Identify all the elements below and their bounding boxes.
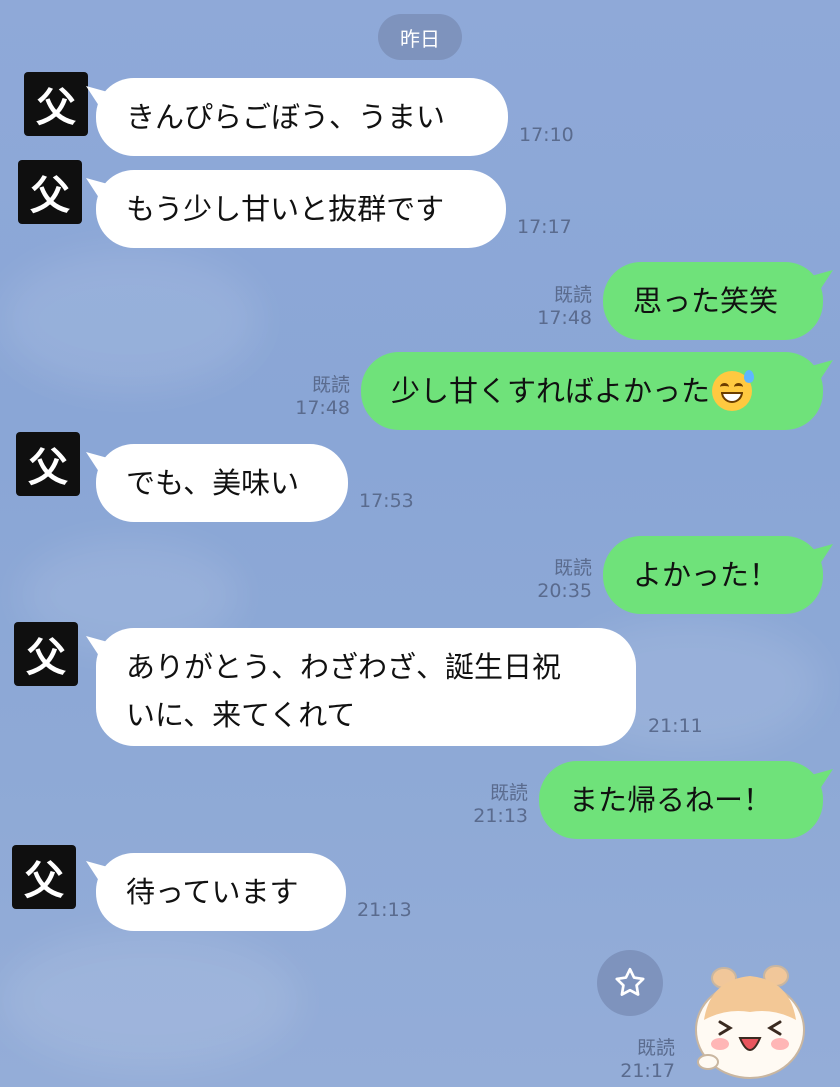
outgoing-message[interactable]: よかった！	[603, 536, 823, 614]
avatar-father[interactable]: 父	[14, 622, 78, 686]
message-text: でも、美味い	[126, 466, 300, 500]
read-receipt: 既読	[636, 1037, 675, 1059]
incoming-message[interactable]: きんぴらごぼう、うまい	[96, 78, 508, 156]
incoming-message[interactable]: もう少し甘いと抜群です	[96, 170, 506, 248]
incoming-message[interactable]: 待っています	[96, 853, 346, 931]
message-time: 17:48	[537, 307, 592, 329]
read-receipt: 既読	[489, 782, 528, 804]
hamster-sticker-image	[695, 965, 805, 1079]
outgoing-message[interactable]: 思った笑笑	[603, 262, 823, 340]
outgoing-message[interactable]: 少し甘くすればよかった	[361, 352, 823, 430]
read-receipt: 既読	[311, 374, 350, 396]
avatar-father[interactable]: 父	[16, 432, 80, 496]
read-receipt: 既読	[553, 557, 592, 579]
message-text-line-2: いに、来てくれて	[126, 698, 356, 732]
message-text: また帰るねー！	[569, 783, 773, 817]
avatar-father[interactable]: 父	[18, 160, 82, 224]
message-time: 17:10	[519, 124, 574, 146]
message-meta: 既読 17:48	[278, 374, 350, 420]
message-meta: 既読 17:48	[520, 284, 592, 330]
avatar-father[interactable]: 父	[24, 72, 88, 136]
avatar-father[interactable]: 父	[12, 845, 76, 909]
message-time: 17:17	[517, 216, 572, 238]
message-time: 17:53	[359, 490, 414, 512]
message-text: 待っています	[126, 875, 299, 909]
star-icon	[615, 967, 645, 996]
message-time: 21:11	[648, 715, 703, 737]
incoming-message[interactable]: でも、美味い	[96, 444, 348, 522]
message-meta: 既読 20:35	[520, 557, 592, 603]
message-meta: 既読 21:17	[603, 1037, 675, 1083]
message-time: 21:13	[357, 899, 412, 921]
message-time: 21:13	[473, 805, 528, 827]
favorite-sticker-button[interactable]	[597, 950, 663, 1016]
outgoing-message[interactable]: また帰るねー！	[539, 761, 823, 839]
message-time: 17:48	[295, 397, 350, 419]
incoming-message[interactable]: ありがとう、わざわざ、誕生日祝 いに、来てくれて	[96, 628, 636, 746]
message-text: きんぴらごぼう、うまい	[126, 100, 446, 134]
message-time: 20:35	[537, 580, 592, 602]
message-text: よかった！	[633, 558, 779, 592]
message-meta: 既読 21:13	[456, 782, 528, 828]
message-text: もう少し甘いと抜群です	[126, 192, 445, 226]
hamster-sticker[interactable]	[690, 950, 810, 1080]
read-receipt: 既読	[553, 284, 592, 306]
message-text: 少し甘くすればよかった	[391, 374, 711, 408]
message-text-line-1: ありがとう、わざわざ、誕生日祝	[126, 650, 562, 684]
message-text: 思った笑笑	[633, 284, 779, 318]
date-separator: 昨日	[378, 14, 462, 60]
sweat-smile-emoji	[712, 370, 755, 411]
message-time: 21:17	[620, 1060, 675, 1082]
